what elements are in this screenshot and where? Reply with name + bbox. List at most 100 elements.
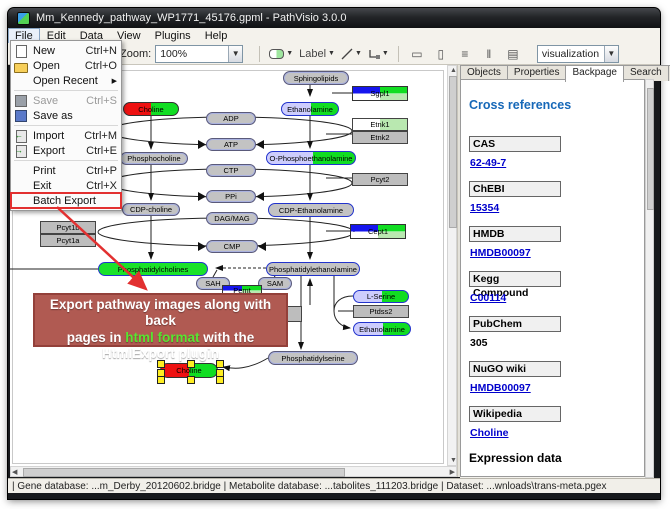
distribute-vertical-button[interactable]: ‖ xyxy=(477,44,501,64)
pathvisio-app-icon xyxy=(17,12,30,25)
save-icon xyxy=(15,95,27,107)
common-size-button[interactable]: ▤ xyxy=(501,44,525,64)
distribute-horizontal-button[interactable]: ≡ xyxy=(453,44,477,64)
menu-item-batch-export[interactable]: Batch Export xyxy=(11,193,121,208)
menu-item-save[interactable]: SaveCtrl+S xyxy=(11,93,121,108)
menu-item-open[interactable]: OpenCtrl+O xyxy=(11,58,121,73)
backpage-section-chebi: ChEBI 15354 xyxy=(469,181,644,214)
scrollbar-thumb[interactable] xyxy=(449,76,457,228)
menu-item-new[interactable]: NewCtrl+N xyxy=(11,43,121,58)
crossref-link-choline[interactable]: Choline xyxy=(470,427,509,439)
menu-item-print[interactable]: PrintCtrl+P xyxy=(11,163,121,178)
pathway-node-ptdss2[interactable]: Ptdss2 xyxy=(353,305,409,318)
scroll-right-icon[interactable]: ▶ xyxy=(450,468,455,477)
pathway-node-etnk2[interactable]: Etnk2 xyxy=(352,131,408,144)
pathway-node-ctp[interactable]: CTP xyxy=(206,164,256,177)
selection-handle[interactable] xyxy=(216,376,224,384)
pathway-node-ppi[interactable]: PPi xyxy=(206,190,256,203)
selection-handle[interactable] xyxy=(157,376,165,384)
crossref-link-c00114[interactable]: C00114 xyxy=(470,292,506,304)
pathway-node-phosphocholine[interactable]: Phosphocholine xyxy=(120,152,188,165)
pathway-node-l-serine[interactable]: L-Serine xyxy=(353,290,409,303)
menu-item-shortcut: Ctrl+N xyxy=(86,45,117,57)
combo-arrow-icon[interactable]: ▼ xyxy=(604,46,618,62)
callout-highlight: html format xyxy=(125,330,199,345)
section-header: Kegg Compound xyxy=(469,271,561,287)
align-center-y-button[interactable]: ▯ xyxy=(429,44,453,64)
pathway-node-cmp[interactable]: CMP xyxy=(206,240,258,253)
menu-item-label: Exit xyxy=(33,180,78,192)
callout-line2a: pages in xyxy=(67,330,126,345)
pathway-node-pcyt1b[interactable]: Pcyt1b xyxy=(40,221,96,234)
callout-line1: Export pathway images along with back xyxy=(50,297,271,328)
pathway-node-ethanolamine[interactable]: Ethanolamine xyxy=(353,322,411,336)
crossref-link-15354[interactable]: 15354 xyxy=(470,202,499,214)
backpage-section-cas: CAS62-49-7 xyxy=(469,136,644,169)
canvas-horizontal-scrollbar[interactable]: ◀ ▶ xyxy=(10,466,457,477)
backpage-panel: Cross references CAS62-49-7ChEBI15354HMD… xyxy=(460,79,645,477)
tab-backpage[interactable]: Backpage xyxy=(565,65,623,82)
pathway-node-sam[interactable]: SAM xyxy=(258,277,292,290)
menu-item-open-recent[interactable]: Open Recent▶ xyxy=(11,73,121,88)
menubar-item-plugins[interactable]: Plugins xyxy=(148,29,198,43)
visualization-value: visualization xyxy=(538,48,604,60)
datanode-icon xyxy=(269,49,284,59)
draw-connector-button[interactable]: ▼ xyxy=(365,44,392,64)
distribute-vertical-icon: ‖ xyxy=(486,48,491,60)
crossref-link-hmdb00097[interactable]: HMDB00097 xyxy=(470,247,531,259)
pathway-node-o-phosphoethanolamine[interactable]: O-Phosphoethanolamine xyxy=(266,151,356,165)
menu-separator xyxy=(14,90,118,91)
scroll-down-icon[interactable]: ▼ xyxy=(450,456,457,465)
selection-handle[interactable] xyxy=(187,376,195,384)
combo-arrow-icon[interactable]: ▼ xyxy=(228,46,242,62)
menu-item-label: Save as xyxy=(33,110,109,122)
pathway-node-sphingolipids[interactable]: Sphingolipids xyxy=(283,71,349,85)
title-bar[interactable]: Mm_Kennedy_pathway_WP1771_45176.gpml - P… xyxy=(8,8,660,28)
menu-item-label: Open xyxy=(33,60,77,72)
common-size-icon: ▤ xyxy=(507,48,518,60)
menu-item-export[interactable]: ExportCtrl+E xyxy=(11,143,121,158)
menubar-item-help[interactable]: Help xyxy=(198,29,235,43)
pathway-node-choline[interactable]: Choline xyxy=(123,102,179,116)
section-header: ChEBI xyxy=(469,181,561,197)
canvas-vertical-scrollbar[interactable]: ▲ ▼ xyxy=(447,65,457,466)
side-panel: ObjectsPropertiesBackpageSearchLegend Cr… xyxy=(460,65,654,478)
pathway-node-ethanolamine[interactable]: Ethanolamine xyxy=(281,102,339,116)
crossref-link-hmdb00097[interactable]: HMDB00097 xyxy=(470,382,531,394)
pathway-node-atp[interactable]: ATP xyxy=(206,138,256,151)
pathway-node-dag-mag[interactable]: DAG/MAG xyxy=(206,212,258,225)
menu-item-save-as[interactable]: Save as xyxy=(11,108,121,123)
pathway-node-pcyt2[interactable]: Pcyt2 xyxy=(352,173,408,186)
pathway-node-cdp-ethanolamine[interactable]: CDP-Ethanolamine xyxy=(268,203,354,217)
visualization-combo[interactable]: visualization ▼ xyxy=(537,45,619,63)
pathway-node-cept1[interactable]: Cept1 xyxy=(350,224,406,239)
menu-item-label: Open Recent xyxy=(33,75,100,87)
draw-line-button[interactable]: ▼ xyxy=(338,44,365,64)
pathway-node-phosphatidylserine[interactable]: Phosphatidylserine xyxy=(268,351,358,365)
zoom-combo[interactable]: 100% ▼ xyxy=(155,45,243,63)
scrollbar-thumb[interactable] xyxy=(23,468,345,477)
callout-line3: HtmlExport plugin xyxy=(102,346,219,361)
align-center-x-button[interactable]: ▭ xyxy=(405,44,429,64)
scrollbar-thumb[interactable] xyxy=(647,88,654,210)
distribute-horizontal-icon: ≡ xyxy=(461,48,468,60)
panel-scrollbar[interactable] xyxy=(645,79,654,478)
pathway-node-cdp-choline[interactable]: CDP-choline xyxy=(122,203,180,216)
pathway-node-etnk1[interactable]: Etnk1 xyxy=(352,118,408,131)
menu-item-exit[interactable]: ExitCtrl+X xyxy=(11,178,121,193)
pathway-node-phosphatidylcholines[interactable]: Phosphatidylcholines xyxy=(98,262,208,276)
backpage-section-wikipedia: WikipediaCholine xyxy=(469,406,644,439)
pathway-node-pcyt1a[interactable]: Pcyt1a xyxy=(40,234,96,247)
add-label-button[interactable]: Label▼ xyxy=(296,44,338,64)
pathway-node-phosphatidylethanolamine[interactable]: Phosphatidylethanolamine xyxy=(266,262,360,276)
pathway-node-choline[interactable]: Choline xyxy=(160,363,218,378)
crossref-link-62-49-7[interactable]: 62-49-7 xyxy=(470,157,506,169)
pathway-node-adp[interactable]: ADP xyxy=(206,112,256,125)
pathway-node-sgpl1[interactable]: Sgpl1 xyxy=(352,86,408,101)
menu-item-import[interactable]: ImportCtrl+M xyxy=(11,128,121,143)
backpage-section-pubchem: PubChem305 xyxy=(469,316,644,349)
scroll-up-icon[interactable]: ▲ xyxy=(450,66,457,75)
crossref-value: 305 xyxy=(470,337,644,349)
add-datanode-button[interactable]: ▼ xyxy=(266,44,296,64)
scroll-left-icon[interactable]: ◀ xyxy=(12,468,17,477)
